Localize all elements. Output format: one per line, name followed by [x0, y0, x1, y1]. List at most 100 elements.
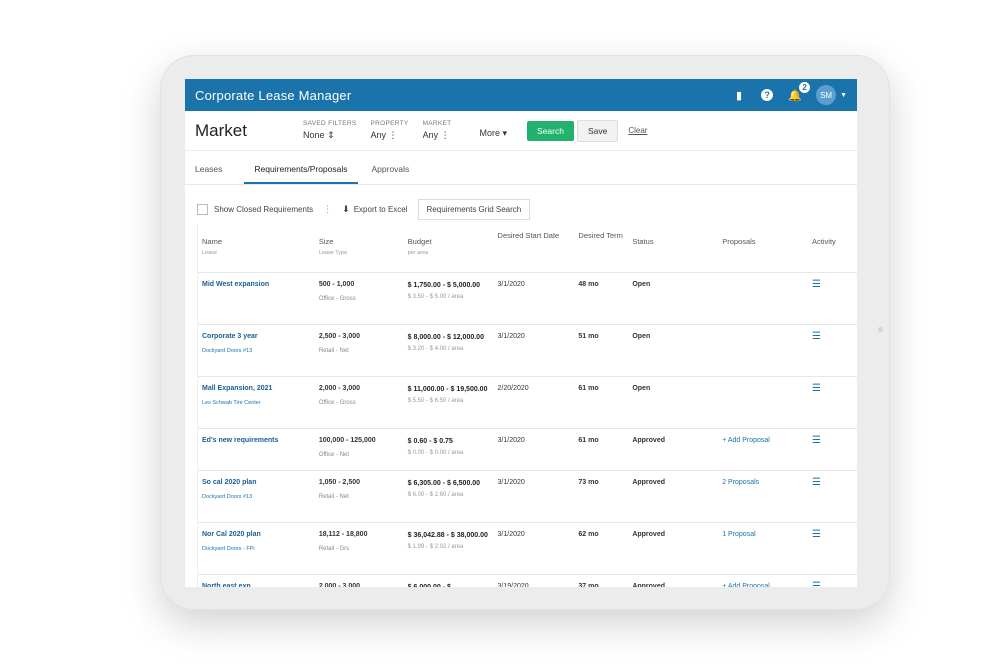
budget-per-area: $ 3.50 - $ 5.00 / area: [407, 294, 464, 300]
notifications-button[interactable]: 🔔 2: [788, 82, 811, 102]
status-text: Open: [632, 385, 651, 392]
market-label: MARKET: [422, 120, 452, 127]
requirement-name-link[interactable]: Nor Cal 2020 plan: [202, 531, 261, 538]
row-start-cell: 3/1/2020: [494, 273, 575, 324]
show-closed-checkbox[interactable]: [197, 203, 208, 215]
header-term[interactable]: Desired Term: [574, 223, 628, 272]
row-status-cell: Approved: [628, 471, 718, 522]
header-name[interactable]: Name Lease: [198, 223, 315, 272]
table-header: Name Lease Size Lease Type Budget per area …: [198, 223, 857, 273]
grid-search-button[interactable]: Requirements Grid Search: [417, 198, 531, 220]
size-range: 100,000 - 125,000: [318, 437, 376, 444]
tab-requirements-proposals[interactable]: Requirements/Proposals: [244, 164, 358, 184]
requirement-name-link[interactable]: Mid West expansion: [202, 281, 269, 288]
export-excel-button[interactable]: Export to Excel: [354, 205, 408, 214]
row-term-cell: 48 mo: [574, 273, 628, 324]
activity-list-icon[interactable]: ☰: [812, 435, 821, 446]
avatar[interactable]: SM: [816, 85, 837, 105]
property-value: Any: [370, 130, 387, 140]
activity-list-icon[interactable]: ☰: [812, 331, 821, 342]
header-proposals[interactable]: Proposals: [718, 223, 808, 272]
budget-range: $ 1,750.00 - $ 5,000.00: [407, 282, 481, 289]
activity-list-icon[interactable]: ☰: [812, 581, 821, 588]
property-select[interactable]: PROPERTY Any ⋮: [371, 120, 409, 141]
row-name-cell: Corporate 3 year Dockyard Doors #13: [198, 325, 315, 376]
lease-type: Office - Gross: [318, 296, 356, 302]
proposals-link[interactable]: + Add Proposal: [722, 583, 770, 587]
tab-leases[interactable]: Leases: [195, 164, 232, 184]
save-button[interactable]: Save: [576, 119, 619, 142]
search-button[interactable]: Search: [527, 120, 574, 141]
row-proposals-cell: 2 Proposals: [718, 471, 808, 522]
budget-per-area: $ 1.99 - $ 2.02 / area: [407, 544, 464, 550]
status-text: Approved: [632, 479, 665, 486]
budget-per-area: $ 3.20 - $ 4.00 / area: [407, 346, 464, 352]
row-activity-cell: ☰: [808, 325, 857, 376]
header-size[interactable]: Size Lease Type: [315, 223, 404, 272]
row-activity-cell: ☰: [808, 429, 857, 470]
row-name-cell: Mall Expansion, 2021 Les Schwab Tire Cent…: [198, 377, 315, 428]
table-row: Mid West expansion 500 - 1,000 Office - Gr…: [198, 273, 857, 325]
header-activity[interactable]: Activity: [808, 223, 857, 272]
size-range: 2,000 - 3,000: [318, 385, 361, 392]
requirement-name-link[interactable]: Corporate 3 year: [202, 333, 258, 340]
property-link[interactable]: Dockyard Doors - FPi: [202, 546, 311, 552]
app-screen: Corporate Lease Manager ▮ ? 🔔 2 SM ▼ Mar…: [185, 79, 857, 587]
activity-list-icon[interactable]: ☰: [812, 279, 821, 290]
desired-term: 51 mo: [578, 333, 599, 340]
activity-list-icon[interactable]: ☰: [812, 383, 821, 394]
row-budget-cell: $ 6,000.00 - $: [404, 575, 494, 587]
requirement-name-link[interactable]: Ed's new requirements: [202, 437, 278, 444]
proposals-link[interactable]: 1 Proposal: [722, 531, 755, 538]
kebab-icon: ⋮: [440, 130, 450, 140]
chevron-down-icon: ⇕: [327, 130, 335, 140]
row-proposals-cell: [718, 273, 808, 324]
kebab-icon: ⋮: [388, 130, 398, 140]
requirement-name-link[interactable]: Mall Expansion, 2021: [202, 385, 272, 392]
lease-type: Office - Net: [318, 452, 350, 458]
proposals-link[interactable]: + Add Proposal: [722, 437, 770, 444]
header-start[interactable]: Desired Start Date: [494, 223, 575, 272]
header-budget[interactable]: Budget per area: [404, 223, 494, 272]
table-row: Corporate 3 year Dockyard Doors #13 2,500 …: [198, 325, 857, 377]
row-status-cell: Approved: [628, 429, 718, 470]
row-term-cell: 37 mo: [574, 575, 628, 587]
header-status[interactable]: Status: [628, 223, 718, 272]
activity-list-icon[interactable]: ☰: [812, 529, 821, 540]
header-activity-label: Activity: [812, 237, 836, 246]
row-activity-cell: ☰: [808, 273, 857, 324]
row-term-cell: 73 mo: [574, 471, 628, 522]
table-row: North east exp 2,000 - 3,000 $ 6,000.00 - …: [198, 575, 857, 588]
row-proposals-cell: [718, 377, 808, 428]
activity-list-icon[interactable]: ☰: [812, 477, 821, 488]
property-link[interactable]: Les Schwab Tire Center: [202, 400, 311, 406]
saved-filters-value: None: [303, 130, 325, 140]
budget-per-area: $ 6.00 - $ 2.60 / area: [407, 492, 464, 498]
requirement-name-link[interactable]: So cal 2020 plan: [202, 479, 256, 486]
saved-filters-select[interactable]: SAVED FILTERS None ⇕: [303, 120, 357, 141]
row-budget-cell: $ 11,000.00 - $ 19,500.00 $ 5.50 - $ 6.50…: [404, 377, 494, 428]
requirement-name-link[interactable]: North east exp: [202, 583, 251, 587]
proposals-link[interactable]: 2 Proposals: [722, 479, 759, 486]
help-button[interactable]: ?: [760, 88, 774, 102]
row-name-cell: So cal 2020 plan Dockyard Doors #13: [198, 471, 315, 522]
row-activity-cell: ☰: [808, 377, 857, 428]
filter-bar: Market SAVED FILTERS None ⇕ PROPERTY Any…: [185, 111, 857, 151]
budget-range: $ 0.60 - $ 0.75: [407, 438, 453, 445]
caret-down-icon[interactable]: ▼: [840, 92, 847, 99]
trash-icon[interactable]: ▮: [732, 88, 746, 102]
row-proposals-cell: + Add Proposal: [718, 429, 808, 470]
row-term-cell: 61 mo: [574, 377, 628, 428]
market-select[interactable]: MARKET Any ⋮: [423, 120, 452, 141]
property-link[interactable]: Dockyard Doors #13: [202, 348, 311, 354]
tablet-frame: Corporate Lease Manager ▮ ? 🔔 2 SM ▼ Mar…: [160, 55, 890, 610]
property-link[interactable]: Dockyard Doors #13: [202, 494, 311, 500]
size-range: 2,000 - 3,000: [318, 583, 361, 587]
clear-link[interactable]: Clear: [628, 126, 647, 135]
row-activity-cell: ☰: [808, 471, 857, 522]
row-budget-cell: $ 36,042.88 - $ 38,000.00 $ 1.99 - $ 2.02…: [404, 523, 494, 574]
more-filters-button[interactable]: More ▾: [479, 128, 507, 139]
tab-approvals[interactable]: Approvals: [372, 164, 420, 184]
row-start-cell: 3/1/2020: [494, 471, 575, 522]
row-proposals-cell: 1 Proposal: [718, 523, 808, 574]
